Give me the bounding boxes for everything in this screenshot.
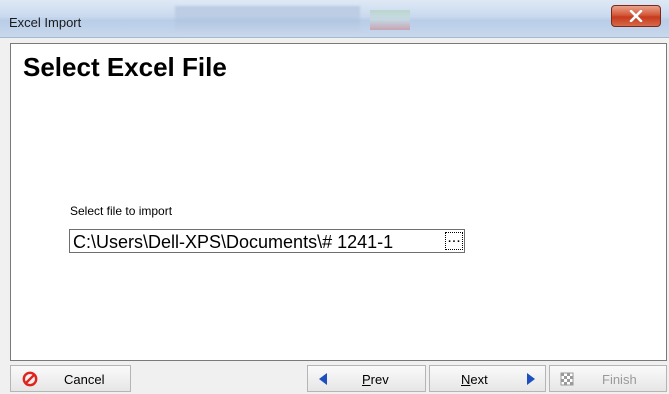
next-button[interactable]: Next (429, 365, 546, 392)
next-label: Next (461, 372, 488, 387)
checkered-flag-icon (560, 372, 574, 389)
prev-label-rest: rev (370, 372, 389, 387)
title-bar[interactable]: Excel Import (0, 0, 669, 38)
arrow-right-icon (526, 372, 536, 389)
arrow-left-icon (318, 372, 328, 389)
next-accelerator: N (461, 372, 471, 387)
prev-accelerator: P (362, 372, 371, 387)
excel-import-dialog: Excel Import Select Excel File Select fi… (0, 0, 669, 394)
next-label-rest: ext (470, 372, 488, 387)
close-icon (629, 10, 643, 22)
finish-label: Finish (602, 372, 637, 387)
cancel-icon (22, 371, 38, 390)
cancel-label: Cancel (64, 372, 105, 387)
finish-button[interactable]: Finish (549, 365, 667, 392)
close-button[interactable] (611, 5, 661, 27)
file-path-field[interactable]: C:\Users\Dell-XPS\Documents\# 1241-1 ... (69, 229, 465, 253)
file-field-label: Select file to import (70, 204, 173, 218)
window-title: Excel Import (9, 15, 82, 30)
cancel-button[interactable]: Cancel (10, 365, 131, 392)
page-title: Select Excel File (23, 52, 227, 82)
wizard-page: Select Excel File Select file to import … (10, 43, 667, 361)
prev-button[interactable]: Prev (307, 365, 426, 392)
title-bar-reflection (370, 10, 410, 30)
title-bar-reflection (175, 6, 360, 32)
browse-button[interactable]: ... (445, 230, 463, 250)
file-path-value[interactable]: C:\Users\Dell-XPS\Documents\# 1241-1 (73, 232, 445, 252)
prev-label: Prev (362, 372, 389, 387)
